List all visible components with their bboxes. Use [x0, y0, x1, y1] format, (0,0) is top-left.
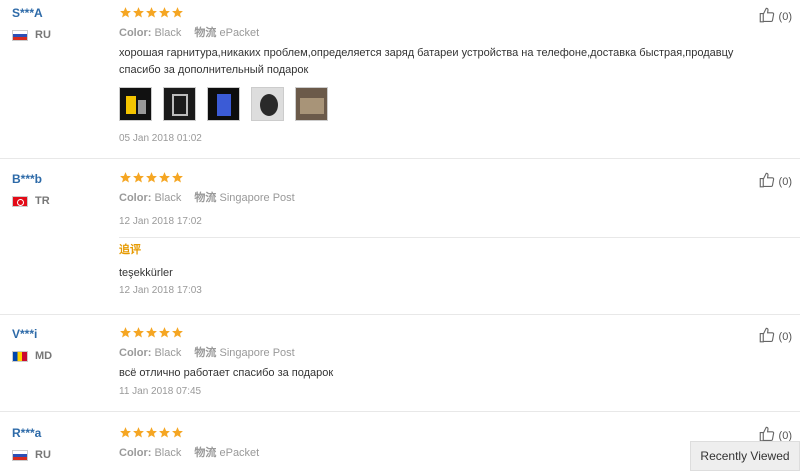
color-label: Color: — [119, 192, 152, 204]
thumbs-up-icon — [758, 6, 779, 27]
helpful-button[interactable]: (0) — [758, 171, 792, 192]
reviewer-country: MD — [12, 350, 102, 362]
review-content: Color: Black 物流 Singapore Post всё отлич… — [119, 315, 739, 397]
review-photos — [119, 87, 739, 121]
helpful-button[interactable]: (0) — [758, 6, 792, 27]
review-text: всё отлично работает спасибо за подарок — [119, 367, 334, 379]
review-content: Color: Black 物流 ePacket — [119, 412, 739, 460]
shipping-label: 物流 — [194, 27, 217, 39]
followup-review-date: 12 Jan 2018 17:03 — [119, 285, 202, 296]
color-value: Black — [154, 27, 182, 39]
review-date: 11 Jan 2018 07:45 — [119, 386, 202, 397]
reviewer-country: RU — [12, 29, 102, 41]
reviewer-info: S***A RU — [12, 6, 102, 41]
thumbs-up-icon — [758, 326, 779, 347]
star-icon — [132, 326, 145, 339]
color-label: Color: — [119, 347, 152, 359]
review-item: S***A RU Color: Black 物流 ePacket хорошая… — [0, 0, 800, 159]
color-value: Black — [154, 447, 182, 459]
shipping-label: 物流 — [194, 192, 217, 204]
thumbs-up-icon — [758, 171, 779, 192]
review-content: Color: Black 物流 ePacket хорошая гарнитур… — [119, 0, 739, 144]
review-date: 12 Jan 2018 17:02 — [119, 216, 202, 227]
star-icon — [132, 426, 145, 439]
reviewer-country: TR — [12, 195, 102, 207]
review-item: V***i MD Color: Black 物流 Singapore Post … — [0, 315, 800, 412]
star-rating — [119, 326, 739, 340]
star-icon — [132, 6, 145, 19]
star-icon — [171, 6, 184, 19]
reviewer-name: R***a — [12, 426, 42, 440]
reviewer-name: V***i — [12, 327, 38, 341]
star-icon — [145, 171, 158, 184]
star-icon — [171, 171, 184, 184]
shipping-value: ePacket — [219, 447, 260, 459]
country-code: MD — [35, 350, 53, 362]
flag-ru-icon — [12, 29, 28, 41]
review-meta: Color: Black 物流 ePacket — [119, 27, 739, 40]
review-meta: Color: Black 物流 ePacket — [119, 447, 739, 460]
star-icon — [145, 426, 158, 439]
star-icon — [132, 171, 145, 184]
reviewer-name: B***b — [12, 172, 43, 186]
review-meta: Color: Black 物流 Singapore Post — [119, 347, 739, 360]
helpful-count: (0) — [778, 429, 792, 442]
flag-ru-icon — [12, 449, 28, 461]
star-icon — [158, 171, 171, 184]
review-photo-thumbnail[interactable] — [163, 87, 196, 121]
color-label: Color: — [119, 27, 152, 39]
review-photo-thumbnail[interactable] — [295, 87, 328, 121]
star-rating — [119, 6, 739, 20]
color-value: Black — [154, 347, 182, 359]
review-photo-thumbnail[interactable] — [207, 87, 240, 121]
review-item: R***a RU Color: Black 物流 ePacket (0) — [0, 412, 800, 471]
review-photo-thumbnail[interactable] — [119, 87, 152, 121]
star-icon — [119, 171, 132, 184]
star-icon — [158, 6, 171, 19]
flag-md-icon — [12, 350, 28, 362]
reviewer-info: V***i MD — [12, 327, 102, 362]
reviewer-info: R***a RU — [12, 426, 102, 461]
color-label: Color: — [119, 447, 152, 459]
recently-viewed-button[interactable]: Recently Viewed — [690, 441, 800, 471]
reviewer-info: B***b TR — [12, 172, 102, 207]
review-text: хорошая гарнитура,никаких проблем,опреде… — [119, 47, 734, 76]
star-icon — [158, 326, 171, 339]
flag-tr-icon — [12, 195, 28, 207]
helpful-count: (0) — [778, 175, 792, 188]
shipping-label: 物流 — [194, 447, 217, 459]
shipping-value: Singapore Post — [219, 192, 295, 204]
star-icon — [171, 426, 184, 439]
helpful-count: (0) — [778, 330, 792, 343]
star-rating — [119, 171, 739, 185]
shipping-value: Singapore Post — [219, 347, 295, 359]
review-content: Color: Black 物流 Singapore Post 12 Jan 20… — [119, 159, 739, 296]
followup-review-title: 追评 — [119, 244, 141, 256]
country-code: TR — [35, 195, 50, 207]
followup-review-text: teşekkürler — [119, 267, 173, 279]
shipping-value: ePacket — [219, 27, 260, 39]
star-icon — [145, 6, 158, 19]
star-icon — [119, 426, 132, 439]
star-icon — [119, 326, 132, 339]
followup-divider — [119, 237, 800, 238]
country-code: RU — [35, 29, 51, 41]
reviewer-country: RU — [12, 449, 102, 461]
review-date: 05 Jan 2018 01:02 — [119, 133, 202, 144]
star-icon — [171, 326, 184, 339]
country-code: RU — [35, 449, 51, 461]
review-meta: Color: Black 物流 Singapore Post — [119, 192, 739, 205]
color-value: Black — [154, 192, 182, 204]
star-icon — [119, 6, 132, 19]
reviewer-name: S***A — [12, 6, 43, 20]
star-rating — [119, 426, 739, 440]
star-icon — [145, 326, 158, 339]
shipping-label: 物流 — [194, 347, 217, 359]
review-photo-thumbnail[interactable] — [251, 87, 284, 121]
helpful-count: (0) — [778, 10, 792, 23]
star-icon — [158, 426, 171, 439]
helpful-button[interactable]: (0) — [758, 326, 792, 347]
